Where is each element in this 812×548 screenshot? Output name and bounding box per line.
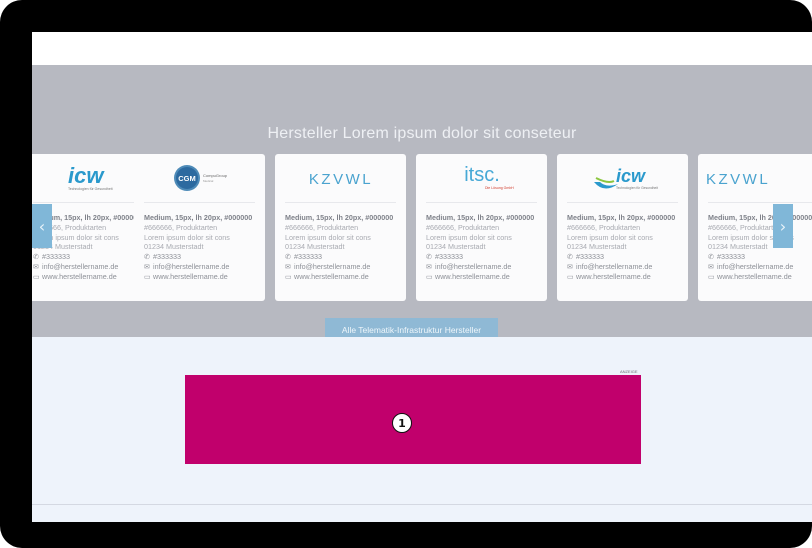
logo-icw: icw Technologien für Gesundheit [557, 154, 688, 202]
manufacturer-section: Hersteller Lorem ipsum dolor sit consete… [32, 65, 812, 341]
chevron-right-icon: › [779, 216, 787, 236]
phone-icon: ✆ [567, 252, 574, 262]
svg-text:Medical: Medical [203, 179, 214, 183]
section-title: Hersteller Lorem ipsum dolor sit consete… [267, 125, 577, 142]
manufacturer-card[interactable]: CGM CompuGroup Medical Medium, 15px, lh … [134, 154, 265, 301]
web-icon: ▭ [708, 271, 715, 281]
device-frame: Hersteller Lorem ipsum dolor sit consete… [0, 0, 812, 548]
divider [32, 504, 812, 505]
ad-banner[interactable] [185, 375, 641, 464]
web-icon: ▭ [33, 271, 40, 281]
logo-cgm: CGM CompuGroup Medical [134, 154, 265, 202]
card-content: Medium, 15px, lh 20px, #000000 #666666, … [285, 213, 394, 281]
card-content: Medium, 15px, lh 20px, #000000 #666666, … [567, 213, 676, 281]
svg-text:CompuGroup: CompuGroup [203, 173, 228, 178]
manufacturer-card[interactable]: KZVWL Medium, 15px, lh 20px, #000000 #66… [698, 154, 812, 301]
logo-itsc: itsc. Die Lösung GmbH [416, 154, 547, 202]
card-content: Medium, 15px, lh 20px, #000000 #666666, … [144, 213, 253, 281]
svg-text:Technologien für Gesundheit: Technologien für Gesundheit [68, 187, 113, 191]
email-icon: ✉ [426, 261, 433, 271]
svg-text:itsc.: itsc. [464, 164, 500, 186]
carousel-prev-button[interactable]: ‹ [32, 204, 52, 248]
logo-kzvwl: KZVWL [275, 154, 406, 202]
manufacturer-card[interactable]: itsc. Die Lösung GmbH Medium, 15px, lh 2… [416, 154, 547, 301]
phone-icon: ✆ [285, 252, 292, 262]
web-icon: ▭ [144, 271, 151, 281]
phone-icon: ✆ [708, 252, 715, 262]
email-icon: ✉ [144, 261, 151, 271]
ad-label: ANZEIGE [620, 369, 638, 374]
email-icon: ✉ [33, 261, 40, 271]
annotation-badge: 1 [392, 413, 412, 433]
svg-text:Technologien für Gesundheit: Technologien für Gesundheit [616, 186, 658, 190]
carousel-next-button[interactable]: › [773, 204, 793, 248]
web-icon: ▭ [285, 271, 292, 281]
manufacturer-card[interactable]: KZVWL Medium, 15px, lh 20px, #000000 #66… [275, 154, 406, 301]
web-icon: ▭ [567, 271, 574, 281]
email-icon: ✉ [285, 261, 292, 271]
manufacturer-card[interactable]: icw Technologien für Gesundheit Medium, … [557, 154, 688, 301]
svg-text:Die Lösung GmbH: Die Lösung GmbH [485, 186, 514, 190]
svg-text:icw: icw [68, 163, 105, 188]
card-content: Medium, 15px, lh 20px, #000000 #666666, … [426, 213, 535, 281]
svg-text:KZVWL: KZVWL [308, 171, 372, 188]
phone-icon: ✆ [426, 252, 433, 262]
web-icon: ▭ [426, 271, 433, 281]
svg-text:KZVWL: KZVWL [706, 171, 770, 188]
email-icon: ✉ [708, 261, 715, 271]
svg-text:icw: icw [616, 166, 646, 186]
email-icon: ✉ [567, 261, 574, 271]
phone-icon: ✆ [144, 252, 151, 262]
screen: Hersteller Lorem ipsum dolor sit consete… [32, 32, 812, 522]
svg-text:CGM: CGM [178, 174, 196, 183]
chevron-left-icon: ‹ [38, 216, 46, 236]
logo-kzvwl: KZVWL [698, 154, 812, 202]
phone-icon: ✆ [33, 252, 40, 262]
card-content: Medium, 15px, lh 20px, #000000 #666666, … [708, 213, 812, 281]
